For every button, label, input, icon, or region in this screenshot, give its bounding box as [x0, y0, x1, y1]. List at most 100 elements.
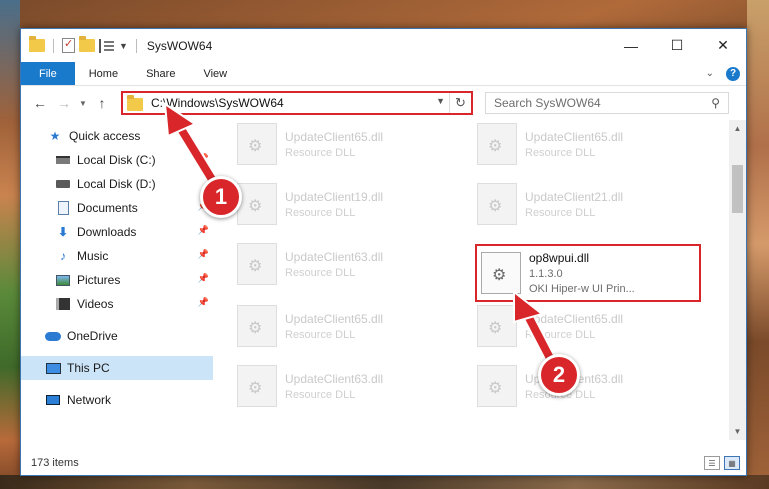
file-item[interactable]: UpdateClient21.dll Resource DLL	[477, 180, 707, 228]
dll-file-icon	[477, 183, 517, 225]
vertical-scrollbar[interactable]: ▲ ▼	[729, 120, 746, 440]
new-folder-icon[interactable]	[79, 36, 95, 52]
tab-file[interactable]: File	[21, 62, 75, 85]
refresh-button[interactable]: ↻	[449, 93, 471, 113]
ribbon-tabs: File Home Share View ⌄ ?	[21, 62, 746, 86]
callout-badge-2: 2	[538, 354, 580, 396]
dll-file-icon	[477, 365, 517, 407]
recent-locations-chevron-icon[interactable]: ▼	[77, 99, 89, 108]
computer-icon	[45, 361, 61, 375]
file-item[interactable]: UpdateClient19.dll Resource DLL	[237, 180, 467, 228]
maximize-button[interactable]: ☐	[654, 29, 700, 62]
sidebar-item-music[interactable]: ♪ Music 📌	[21, 244, 213, 268]
dll-file-icon	[237, 365, 277, 407]
up-button[interactable]: ↑	[91, 95, 113, 111]
sidebar-item-documents[interactable]: Documents 📌	[21, 196, 213, 220]
search-icon[interactable]: ⚲	[711, 96, 720, 110]
forward-button[interactable]: →	[53, 95, 75, 111]
folder-icon	[29, 36, 45, 52]
folder-icon	[127, 94, 143, 111]
dll-file-icon	[237, 183, 277, 225]
file-item[interactable]: UpdateClient65.dll Resource DLL	[477, 120, 707, 168]
file-item[interactable]: UpdateClient63.dllResource DLL	[477, 362, 707, 410]
file-item-op8wpui[interactable]: op8wpui.dll 1.1.3.0 OKI Hiper-w UI Prin.…	[475, 244, 701, 302]
customize-toolbar-icon[interactable]	[99, 38, 115, 53]
file-name: UpdateClient19.dll	[285, 189, 384, 204]
pin-icon[interactable]: 📌	[198, 153, 209, 164]
sidebar-item-label: Documents	[77, 201, 138, 215]
scrollbar-thumb[interactable]	[732, 165, 743, 213]
window-controls: — ☐ ✕	[608, 29, 746, 62]
sidebar-item-label: Music	[77, 249, 109, 263]
file-item[interactable]: UpdateClient63.dll Resource DLL	[237, 362, 467, 410]
address-path[interactable]: C:\Windows\SysWOW64	[151, 96, 284, 110]
minimize-button[interactable]: —	[608, 29, 654, 62]
status-bar: 173 items ☰ ▦	[21, 451, 746, 475]
sidebar-item-this-pc[interactable]: This PC	[21, 356, 213, 380]
address-bar[interactable]: C:\Windows\SysWOW64 ▼ ↻	[121, 91, 473, 115]
file-name: UpdateClient63.dll	[285, 249, 384, 264]
file-description: Resource DLL	[285, 206, 356, 219]
sidebar-item-label: Local Disk (D:)	[77, 177, 156, 191]
tab-home[interactable]: Home	[75, 62, 132, 85]
search-input[interactable]: Search SysWOW64 ⚲	[485, 92, 729, 114]
help-icon[interactable]: ?	[726, 66, 740, 81]
window-title: SysWOW64	[146, 38, 213, 53]
sidebar-item-label: Quick access	[69, 129, 141, 143]
file-item[interactable]: UpdateClient65.dll Resource DLL	[237, 120, 467, 168]
dll-file-icon	[237, 305, 277, 347]
sidebar-item-label: This PC	[67, 361, 110, 375]
tab-share[interactable]: Share	[132, 62, 189, 85]
sidebar-item-quick-access[interactable]: ★ Quick access	[21, 124, 213, 148]
file-description: Resource DLL	[525, 146, 596, 159]
dll-file-icon	[481, 252, 521, 294]
title-bar: ▼ SysWOW64 — ☐ ✕	[21, 29, 746, 62]
sidebar-item-videos[interactable]: Videos 📌	[21, 292, 213, 316]
scroll-down-icon[interactable]: ▼	[729, 423, 746, 440]
file-description: Resource DLL	[285, 388, 356, 401]
sidebar-item-pictures[interactable]: Pictures 📌	[21, 268, 213, 292]
file-name: UpdateClient65.dll	[285, 129, 384, 144]
sidebar-item-label: OneDrive	[67, 329, 118, 343]
document-icon	[55, 201, 71, 215]
sidebar-item-label: Videos	[77, 297, 114, 311]
sidebar-item-local-disk-d[interactable]: Local Disk (D:)	[21, 172, 213, 196]
back-button[interactable]: ←	[29, 95, 51, 111]
tiles-view-icon[interactable]: ▦	[724, 456, 740, 470]
download-arrow-icon: ⬇	[57, 225, 69, 239]
file-name: UpdateClient21.dll	[525, 189, 624, 204]
sidebar-item-label: Network	[67, 393, 112, 407]
file-name: UpdateClient65.dll	[525, 311, 624, 326]
pin-icon[interactable]: 📌	[198, 273, 209, 284]
pin-icon[interactable]: 📌	[198, 297, 209, 308]
address-row: ← → ▼ ↑ C:\Windows\SysWOW64 ▼ ↻ Search S…	[21, 86, 746, 120]
sidebar-item-onedrive[interactable]: OneDrive	[21, 324, 213, 348]
properties-check-icon[interactable]	[62, 37, 75, 53]
pin-icon[interactable]: 📌	[198, 249, 209, 260]
sidebar-item-label: Local Disk (C:)	[77, 153, 156, 167]
view-buttons: ☰ ▦	[704, 456, 746, 470]
file-item[interactable]: UpdateClient65.dll Resource DLL	[477, 302, 707, 350]
file-description: Resource DLL	[285, 328, 356, 341]
expand-ribbon-icon[interactable]: ⌄	[706, 68, 714, 79]
pin-icon[interactable]: 📌	[198, 225, 209, 236]
sidebar-item-network[interactable]: Network	[21, 388, 213, 412]
file-name: UpdateClient63.dll	[285, 371, 384, 386]
chevron-down-icon[interactable]: ▼	[119, 41, 128, 51]
file-item[interactable]: UpdateClient65.dll Resource DLL	[237, 302, 467, 350]
file-item[interactable]: UpdateClient63.dllResource DLL	[237, 240, 467, 288]
sidebar-item-label: Pictures	[77, 273, 121, 287]
details-view-icon[interactable]: ☰	[704, 456, 720, 470]
sidebar-item-local-disk-c[interactable]: Local Disk (C:) 📌	[21, 148, 213, 172]
close-button[interactable]: ✕	[700, 29, 746, 62]
scroll-up-icon[interactable]: ▲	[729, 120, 746, 137]
sidebar-item-downloads[interactable]: ⬇ Downloads 📌	[21, 220, 213, 244]
file-list: UpdateClient65.dll Resource DLL UpdateCli…	[213, 120, 746, 440]
ribbon-right: ⌄ ?	[706, 62, 746, 85]
address-dropdown-icon[interactable]: ▼	[436, 96, 445, 106]
tab-view[interactable]: View	[189, 62, 241, 85]
item-count: 173 items	[31, 457, 79, 469]
